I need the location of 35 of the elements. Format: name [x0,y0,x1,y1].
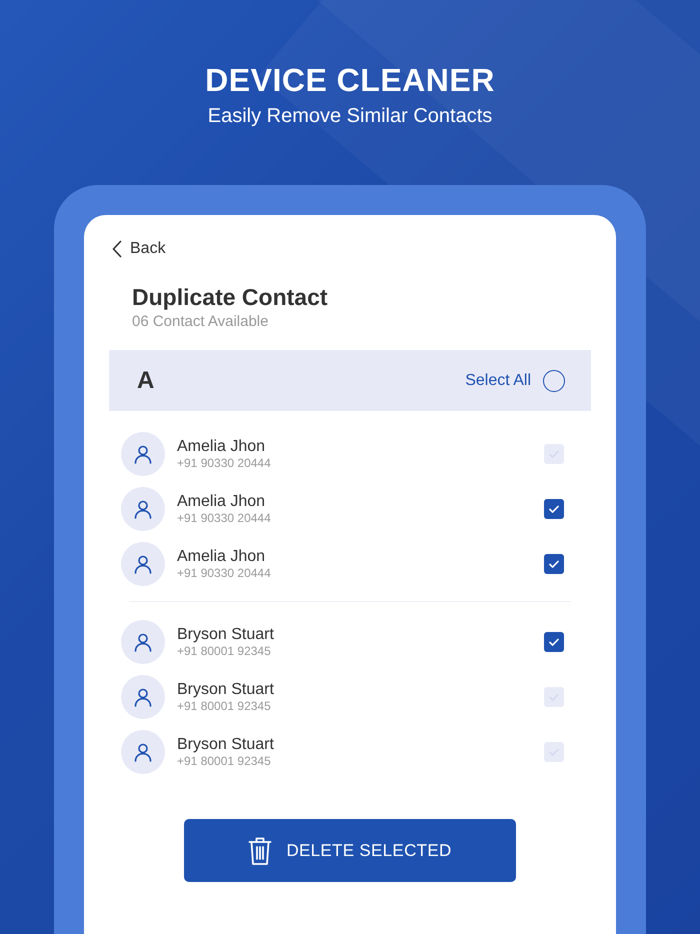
checkbox[interactable] [544,498,564,518]
contact-name: Bryson Stuart [177,626,275,644]
back-button[interactable]: Back [109,239,166,259]
contact-phone: +91 80001 92345 [177,754,272,768]
chevron-left-icon [112,240,122,258]
person-icon [133,742,153,762]
section-letter: A [137,366,156,394]
checkbox[interactable] [544,632,564,652]
contact-phone: +91 80001 92345 [177,644,272,658]
contact-name: Bryson Stuart [177,680,275,698]
contact-name: Bryson Stuart [177,736,275,754]
contact-name: Amelia Jhon [177,492,266,510]
checkbox[interactable] [544,554,564,574]
delete-selected-button[interactable]: DELETE SELECTED [184,819,516,882]
radio-button[interactable] [543,370,565,392]
contact-name: Amelia Jhon [177,548,266,566]
hero-subtitle: Easily Remove Similar Contacts [208,104,492,128]
contact-name: Amelia Jhon [177,438,266,456]
contact-count: 06 Contact Available [132,313,270,331]
contact-phone: +91 90330 20444 [177,566,272,580]
person-icon [133,632,153,652]
trash-icon [248,836,272,866]
hero-title: DEVICE CLEANER [205,62,495,98]
contact-phone: +91 90330 20444 [177,510,272,524]
person-icon [133,554,153,574]
checkbox[interactable] [544,742,564,762]
contact-phone: +91 90330 20444 [177,456,272,470]
select-all-button[interactable]: Select All [465,370,565,392]
person-icon [133,444,153,464]
person-icon [133,498,153,518]
page-title: Duplicate Contact [132,283,329,311]
checkbox[interactable] [544,444,564,464]
person-icon [133,686,153,706]
checkbox[interactable] [544,686,564,706]
contact-phone: +91 80001 92345 [177,698,272,712]
